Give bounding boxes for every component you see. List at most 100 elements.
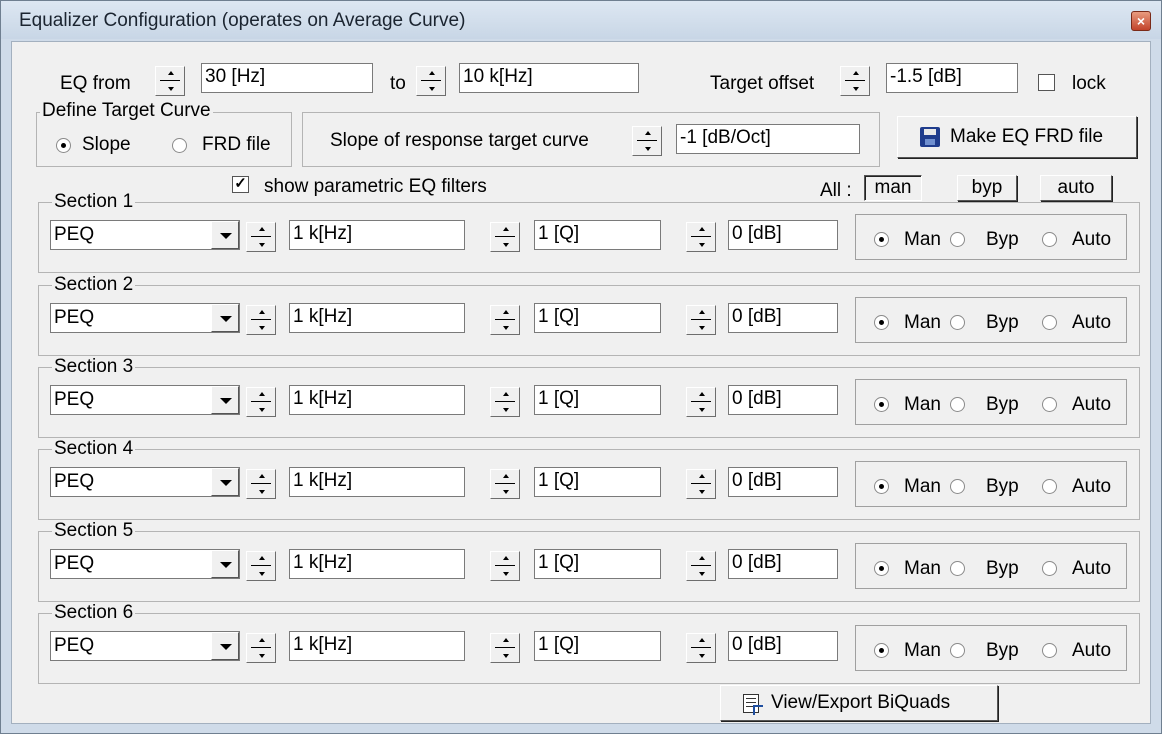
section-4-q-spinner[interactable]	[490, 469, 520, 499]
section-3-man-radio[interactable]	[874, 397, 889, 412]
section-4-man-radio[interactable]	[874, 479, 889, 494]
section-2-byp-label: Byp	[986, 312, 1019, 333]
eq-from-input[interactable]: 30 [Hz]	[201, 63, 373, 93]
slope-spinner[interactable]	[632, 126, 662, 156]
lock-checkbox[interactable]	[1038, 74, 1055, 91]
all-auto-button[interactable]: auto	[1040, 175, 1112, 201]
section-6-freq-spinner[interactable]	[246, 633, 276, 663]
section-1-man-radio[interactable]	[874, 232, 889, 247]
section-2-byp-radio[interactable]	[950, 315, 965, 330]
all-byp-button[interactable]: byp	[957, 175, 1017, 201]
section-1-q-spinner[interactable]	[490, 222, 520, 252]
section-6-q-spinner[interactable]	[490, 633, 520, 663]
section-4-auto-radio[interactable]	[1042, 479, 1057, 494]
section-5-q-input[interactable]: 1 [Q]	[534, 549, 661, 579]
section-4-type-select[interactable]: PEQ	[50, 467, 240, 497]
chevron-down-icon[interactable]	[211, 468, 239, 496]
all-man-button[interactable]: man	[864, 175, 922, 201]
title-bar[interactable]: Equalizer Configuration (operates on Ave…	[1, 1, 1161, 39]
section-6-man-radio[interactable]	[874, 643, 889, 658]
chevron-down-icon[interactable]	[211, 304, 239, 332]
chevron-down-icon[interactable]	[211, 386, 239, 414]
section-4-gain-input[interactable]: 0 [dB]	[728, 467, 838, 497]
section-6-byp-radio[interactable]	[950, 643, 965, 658]
section-5-title: Section 5	[52, 520, 136, 541]
section-1-freq-spinner[interactable]	[246, 222, 276, 252]
section-3-gain-spinner[interactable]	[686, 387, 716, 417]
section-1-gain-input[interactable]: 0 [dB]	[728, 220, 838, 250]
target-offset-spinner[interactable]	[840, 66, 870, 96]
section-6-gain-spinner[interactable]	[686, 633, 716, 663]
section-6-gain-input[interactable]: 0 [dB]	[728, 631, 838, 661]
section-5-freq-spinner[interactable]	[246, 551, 276, 581]
section-2-man-radio[interactable]	[874, 315, 889, 330]
section-2-gain-spinner[interactable]	[686, 305, 716, 335]
section-2-q-spinner[interactable]	[490, 305, 520, 335]
section-5-man-radio[interactable]	[874, 561, 889, 576]
make-eq-frd-button[interactable]: Make EQ FRD file	[897, 116, 1137, 158]
slope-input[interactable]: -1 [dB/Oct]	[676, 124, 860, 154]
section-3-freq-input[interactable]: 1 k[Hz]	[289, 385, 465, 415]
chevron-down-icon[interactable]	[211, 550, 239, 578]
section-1-auto-radio[interactable]	[1042, 232, 1057, 247]
section-2-freq-input[interactable]: 1 k[Hz]	[289, 303, 465, 333]
section-3-q-input[interactable]: 1 [Q]	[534, 385, 661, 415]
section-6-man-label: Man	[904, 640, 941, 661]
section-1-man-label: Man	[904, 229, 941, 250]
section-1-gain-spinner[interactable]	[686, 222, 716, 252]
section-2-type-select[interactable]: PEQ	[50, 303, 240, 333]
section-1-freq-input[interactable]: 1 k[Hz]	[289, 220, 465, 250]
section-5-gain-spinner[interactable]	[686, 551, 716, 581]
eq-from-spinner[interactable]	[155, 66, 185, 96]
section-6-byp-label: Byp	[986, 640, 1019, 661]
section-6-auto-label: Auto	[1072, 640, 1112, 661]
show-filters-label: show parametric EQ filters	[264, 176, 487, 197]
section-2-gain-input[interactable]: 0 [dB]	[728, 303, 838, 333]
eq-to-spinner[interactable]	[416, 66, 446, 96]
section-5-type-select[interactable]: PEQ	[50, 549, 240, 579]
section-1-byp-label: Byp	[986, 229, 1019, 250]
chevron-down-icon[interactable]	[211, 632, 239, 660]
section-2-q-input[interactable]: 1 [Q]	[534, 303, 661, 333]
close-button[interactable]: ×	[1131, 11, 1151, 31]
section-3-q-spinner[interactable]	[490, 387, 520, 417]
section-3-freq-spinner[interactable]	[246, 387, 276, 417]
show-filters-checkbox[interactable]: ✓	[232, 176, 249, 193]
section-6-type-select[interactable]: PEQ	[50, 631, 240, 661]
section-6-auto-radio[interactable]	[1042, 643, 1057, 658]
section-4-freq-spinner[interactable]	[246, 469, 276, 499]
section-2-freq-spinner[interactable]	[246, 305, 276, 335]
export-document-icon	[743, 694, 763, 715]
frd-file-radio-label: FRD file	[202, 134, 271, 155]
target-offset-label: Target offset	[710, 73, 815, 94]
section-6-q-input[interactable]: 1 [Q]	[534, 631, 661, 661]
section-5-auto-radio[interactable]	[1042, 561, 1057, 576]
section-1-byp-radio[interactable]	[950, 232, 965, 247]
section-4-q-input[interactable]: 1 [Q]	[534, 467, 661, 497]
section-6-freq-input[interactable]: 1 k[Hz]	[289, 631, 465, 661]
section-1-type-select[interactable]: PEQ	[50, 220, 240, 250]
section-5-gain-input[interactable]: 0 [dB]	[728, 549, 838, 579]
section-3-byp-radio[interactable]	[950, 397, 965, 412]
lock-label: lock	[1072, 73, 1106, 94]
eq-to-input[interactable]: 10 k[Hz]	[459, 63, 639, 93]
client-area: EQ from 30 [Hz] to 10 k[Hz] Target offse…	[11, 41, 1151, 724]
slope-radio-label: Slope	[82, 134, 131, 155]
slope-radio[interactable]	[56, 138, 71, 153]
section-4-freq-input[interactable]: 1 k[Hz]	[289, 467, 465, 497]
section-2-auto-radio[interactable]	[1042, 315, 1057, 330]
view-export-biquads-button[interactable]: View/Export BiQuads	[720, 685, 998, 721]
section-3-type-select[interactable]: PEQ	[50, 385, 240, 415]
section-5-byp-radio[interactable]	[950, 561, 965, 576]
section-5-q-spinner[interactable]	[490, 551, 520, 581]
target-offset-input[interactable]: -1.5 [dB]	[886, 63, 1018, 93]
section-4-byp-radio[interactable]	[950, 479, 965, 494]
section-1-q-input[interactable]: 1 [Q]	[534, 220, 661, 250]
section-5-freq-input[interactable]: 1 k[Hz]	[289, 549, 465, 579]
section-3-gain-input[interactable]: 0 [dB]	[728, 385, 838, 415]
frd-file-radio[interactable]	[172, 138, 187, 153]
chevron-down-icon[interactable]	[211, 221, 239, 249]
section-4-byp-label: Byp	[986, 476, 1019, 497]
section-3-auto-radio[interactable]	[1042, 397, 1057, 412]
section-4-gain-spinner[interactable]	[686, 469, 716, 499]
